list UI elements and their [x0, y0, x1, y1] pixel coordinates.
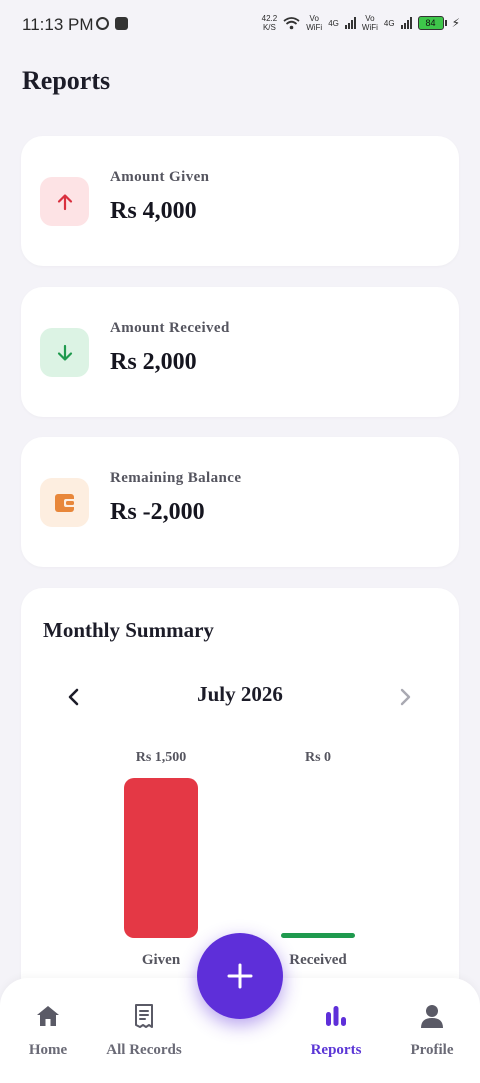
page-title: Reports	[22, 66, 111, 95]
amount-given-label: Amount Given	[110, 169, 210, 185]
charging-icon: ⚡	[451, 16, 460, 30]
network-type-1: 4G	[328, 18, 339, 28]
wifi-icon	[283, 17, 300, 30]
status-notification-icons	[96, 17, 128, 30]
nav-item-reports[interactable]: Reports	[291, 1002, 381, 1059]
bar-received	[281, 933, 355, 938]
youtube-notification-icon	[115, 17, 128, 30]
network-type-2: 4G	[383, 18, 395, 28]
nav-label-profile: Profile	[410, 1042, 454, 1058]
amount-given-card[interactable]: Amount Given Rs 4,000	[21, 136, 459, 266]
monthly-summary-title: Monthly Summary	[43, 618, 214, 642]
bar-chart-icon	[291, 1002, 381, 1030]
signal-icon	[344, 17, 356, 29]
nav-label-reports: Reports	[310, 1042, 362, 1058]
amount-received-card[interactable]: Amount Received Rs 2,000	[21, 287, 459, 417]
records-icon	[99, 1002, 189, 1030]
value-label-received: Rs 0	[305, 750, 331, 765]
amount-received-value: Rs 2,000	[110, 349, 197, 375]
status-bar: 11:13 PM 42.2 K/S Vo WiFi 4G Vo WiFi 4G …	[0, 0, 480, 52]
category-label-given: Given	[142, 952, 181, 968]
vowifi-label-2: Vo WiFi	[361, 14, 378, 32]
remaining-balance-label: Remaining Balance	[110, 470, 242, 486]
amount-given-value: Rs 4,000	[110, 198, 197, 224]
arrow-up-icon	[40, 177, 89, 226]
remaining-balance-value: Rs -2,000	[110, 499, 205, 525]
wallet-icon	[40, 478, 89, 527]
battery-icon: 84	[417, 16, 447, 30]
nav-label-home: Home	[28, 1042, 68, 1058]
add-record-button[interactable]	[197, 933, 283, 1019]
network-speed: 42.2 K/S	[261, 14, 278, 32]
app-notification-icon	[96, 17, 109, 30]
month-selector: July 2026	[21, 682, 459, 712]
status-right-icons: 42.2 K/S Vo WiFi 4G Vo WiFi 4G 84 ⚡	[262, 14, 460, 32]
bar-given	[124, 778, 198, 938]
nav-label-all-records: All Records	[106, 1042, 182, 1058]
nav-item-home[interactable]: Home	[3, 1002, 93, 1059]
status-time: 11:13 PM	[22, 15, 94, 34]
home-icon	[3, 1002, 93, 1030]
plus-icon	[227, 963, 253, 989]
category-label-received: Received	[289, 952, 347, 968]
chevron-right-icon[interactable]	[390, 682, 420, 712]
arrow-down-icon	[40, 328, 89, 377]
profile-icon	[387, 1002, 477, 1030]
nav-item-profile[interactable]: Profile	[387, 1002, 477, 1059]
remaining-balance-card[interactable]: Remaining Balance Rs -2,000	[21, 437, 459, 567]
vowifi-label-1: Vo WiFi	[306, 14, 323, 32]
value-label-given: Rs 1,500	[136, 750, 187, 765]
chevron-left-icon[interactable]	[59, 682, 89, 712]
nav-item-all-records[interactable]: All Records	[99, 1002, 189, 1059]
signal-icon	[400, 17, 412, 29]
amount-received-label: Amount Received	[110, 320, 230, 336]
